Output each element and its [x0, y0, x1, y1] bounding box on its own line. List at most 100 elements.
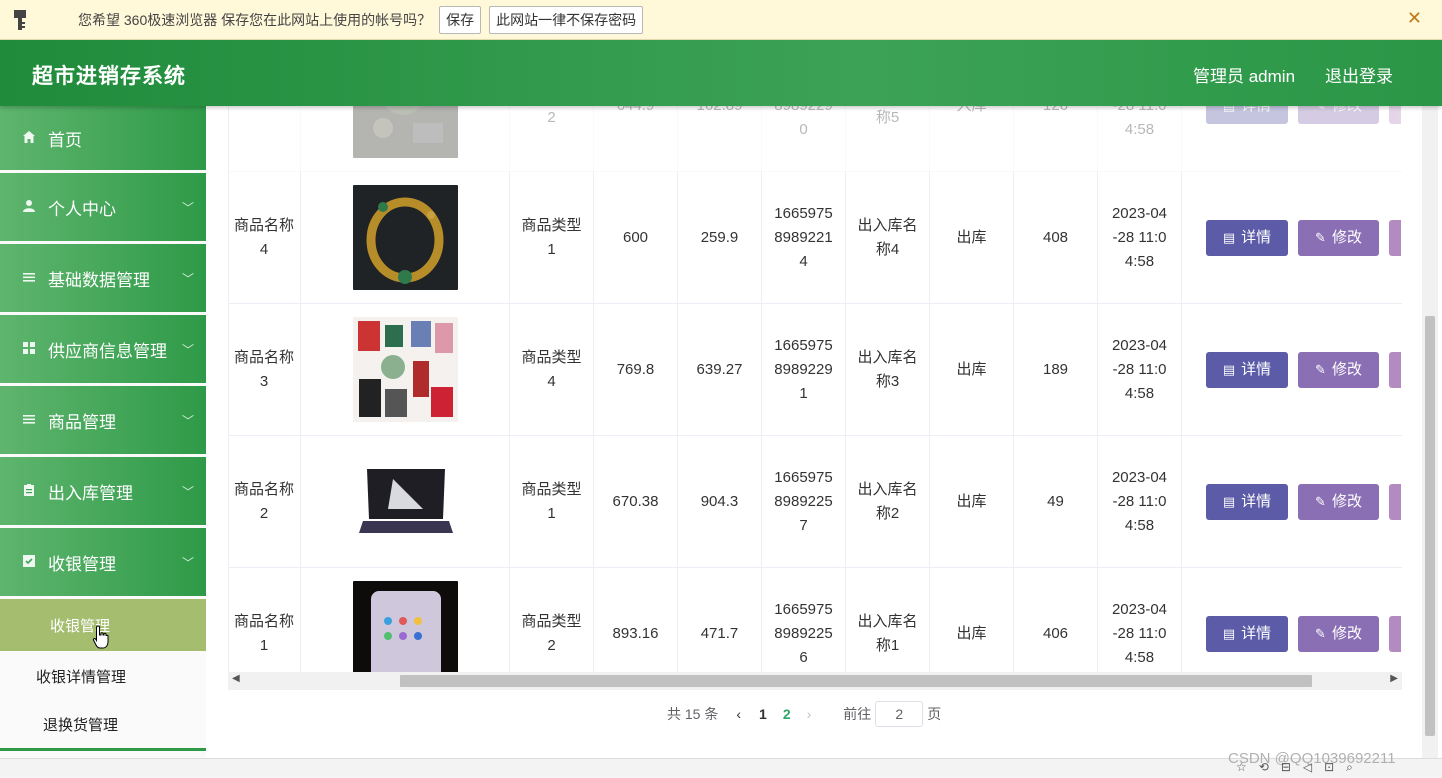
price-cell: 769.8 — [594, 303, 678, 436]
actions-cell: ▤ 详情 ✎ 修改 — [1182, 106, 1402, 172]
edit-button[interactable]: ✎ 修改 — [1298, 351, 1379, 388]
submenu-item-cashier-detail[interactable]: 收银详情管理 — [0, 651, 206, 701]
quantity-cell: 406 — [1014, 567, 1098, 672]
chevron-up-icon: ﹀ — [181, 556, 194, 570]
horizontal-scroll-thumb[interactable] — [400, 675, 1312, 687]
goto-page-input[interactable]: 2 — [875, 701, 924, 727]
next-page-icon[interactable]: › — [807, 706, 812, 722]
save-password-button[interactable]: 保存 — [439, 5, 482, 34]
submenu-item-returns[interactable]: 退换货管理 — [0, 701, 206, 751]
key-icon — [0, 0, 40, 40]
code-cell: 1665975 8989221 4 — [762, 171, 846, 304]
browser-statusbar — [0, 758, 1442, 778]
sidebar-item-basic-data[interactable]: 基础数据管理 ﹀ — [0, 244, 206, 312]
close-icon[interactable]: ✕ — [1407, 8, 1422, 29]
list-icon — [22, 270, 38, 287]
edit-button[interactable]: ✎ 修改 — [1298, 483, 1379, 520]
product-type-cell: 商品类型2 — [510, 106, 594, 172]
product-name-cell — [229, 106, 301, 172]
submenu-item-cashier[interactable]: 收银管理 — [0, 599, 206, 651]
edit-button-label: 修改 — [1331, 360, 1362, 378]
pencil-icon: ✎ — [1315, 229, 1326, 245]
price-cell: 162.89 — [678, 106, 762, 172]
detail-button[interactable]: ▤ 详情 — [1206, 483, 1288, 520]
edit-button-label: 修改 — [1332, 106, 1362, 118]
sidebar-item-label: 供应商信息管理 — [48, 341, 167, 361]
actions-cell: ▤ 详情 ✎ 修改 — [1182, 304, 1402, 436]
horizontal-scrollbar[interactable]: ◀ ▶ — [228, 672, 1402, 690]
edit-button[interactable]: ✎ 修改 — [1298, 615, 1379, 652]
prev-page-icon[interactable]: ‹ — [736, 706, 741, 722]
sidebar-item-label: 商品管理 — [48, 412, 116, 432]
product-name-cell: 商品名称 3 — [229, 303, 301, 436]
scroll-left-arrow-icon[interactable]: ◀ — [232, 673, 240, 684]
edit-button-label: 修改 — [1331, 624, 1362, 642]
detail-button[interactable]: ▤ 详情 — [1206, 351, 1288, 388]
edit-button-label: 修改 — [1331, 228, 1362, 246]
scroll-right-arrow-icon[interactable]: ▶ — [1390, 673, 1398, 684]
vertical-scroll-thumb[interactable] — [1425, 316, 1435, 736]
product-image — [352, 106, 458, 158]
code-cell: 1665975 8989225 6 — [762, 567, 846, 672]
checkbox-icon — [22, 554, 38, 571]
table-row: 商品名称 1 商品类型 2 893.16 471.7 1665975 8989225 6 出入库名… — [229, 567, 1402, 672]
document-icon: ▤ — [1222, 625, 1236, 641]
code-cell: 166597589892290 — [762, 106, 846, 172]
product-image — [352, 317, 458, 422]
sidebar-item-supplier[interactable]: 供应商信息管理 ﹀ — [0, 315, 206, 383]
sidebar-item-home[interactable]: 首页 — [0, 106, 206, 170]
document-icon: ▤ — [1222, 361, 1236, 377]
sidebar-item-label: 收银管理 — [48, 554, 116, 574]
delete-button-partial[interactable] — [1389, 106, 1401, 124]
edit-button[interactable]: ✎ 修改 — [1298, 106, 1379, 124]
admin-label: 管理员 admin — [1193, 67, 1296, 86]
sidebar-item-cashier[interactable]: 收银管理 ﹀ — [0, 528, 206, 596]
logout-button[interactable]: 退出登录 — [1325, 62, 1393, 87]
sidebar-item-label: 个人中心 — [48, 199, 116, 219]
quantity-cell: 126 — [1014, 106, 1098, 172]
sidebar-item-goods[interactable]: 商品管理 ﹀ — [0, 386, 206, 454]
document-icon: ▤ — [1223, 106, 1235, 118]
vertical-scrollbar[interactable] — [1422, 106, 1438, 758]
pagination: 共 15 条 ‹ 1 2 › 前往 2 页 — [667, 700, 941, 728]
detail-button[interactable]: ▤ 详情 — [1206, 615, 1288, 652]
time-cell: 2023-04-28 11:04:58 — [1098, 303, 1182, 436]
product-name-cell: 商品名称 4 — [229, 171, 301, 304]
price-cell: 471.7 — [678, 567, 762, 672]
product-image — [352, 449, 458, 554]
detail-button-label: 详情 — [1241, 624, 1272, 642]
edit-button[interactable]: ✎ 修改 — [1298, 219, 1379, 256]
goto-prefix: 前往 — [843, 706, 872, 722]
inout-name-cell: 出入库名 称1 — [846, 567, 930, 672]
price-cell: 600 — [594, 171, 678, 304]
grid-icon — [22, 341, 38, 358]
chevron-down-icon: ﹀ — [181, 343, 194, 357]
product-name-cell: 商品名称 1 — [229, 567, 301, 672]
delete-button-partial[interactable] — [1389, 615, 1401, 652]
product-type-cell: 商品类型 1 — [510, 435, 594, 568]
table-row: 商品名称 2 商品类型 1 670.38 904.3 1665975 8989225 7 出入库名… — [229, 435, 1402, 568]
infobar-message: 您希望 360极速浏览器 保存您在此网站上使用的帐号吗？ — [78, 11, 432, 28]
delete-button-partial[interactable] — [1389, 483, 1401, 520]
never-save-button[interactable]: 此网站一律不保存密码 — [489, 5, 644, 34]
product-image-cell — [301, 567, 510, 672]
delete-button-partial[interactable] — [1389, 351, 1401, 388]
sidebar-item-inout[interactable]: 出入库管理 ﹀ — [0, 457, 206, 525]
price-cell: 644.9 — [594, 106, 678, 172]
sidebar-item-label: 首页 — [48, 130, 82, 150]
price-cell: 904.3 — [678, 435, 762, 568]
inout-name-cell: 出入库名 称3 — [846, 303, 930, 436]
page-number-1[interactable]: 1 — [759, 706, 767, 722]
detail-button-label: 详情 — [1241, 492, 1272, 510]
user-icon — [22, 199, 38, 216]
detail-button[interactable]: ▤ 详情 — [1206, 106, 1288, 124]
page-number-2[interactable]: 2 — [783, 706, 791, 722]
sidebar-item-profile[interactable]: 个人中心 ﹀ — [0, 173, 206, 241]
detail-button-label: 详情 — [1241, 228, 1272, 246]
product-type-cell: 商品类型 1 — [510, 171, 594, 304]
price-cell: 639.27 — [678, 303, 762, 436]
pencil-icon: ✎ — [1315, 361, 1326, 377]
detail-button[interactable]: ▤ 详情 — [1206, 219, 1288, 256]
delete-button-partial[interactable] — [1389, 219, 1401, 256]
price-cell: 893.16 — [594, 567, 678, 672]
